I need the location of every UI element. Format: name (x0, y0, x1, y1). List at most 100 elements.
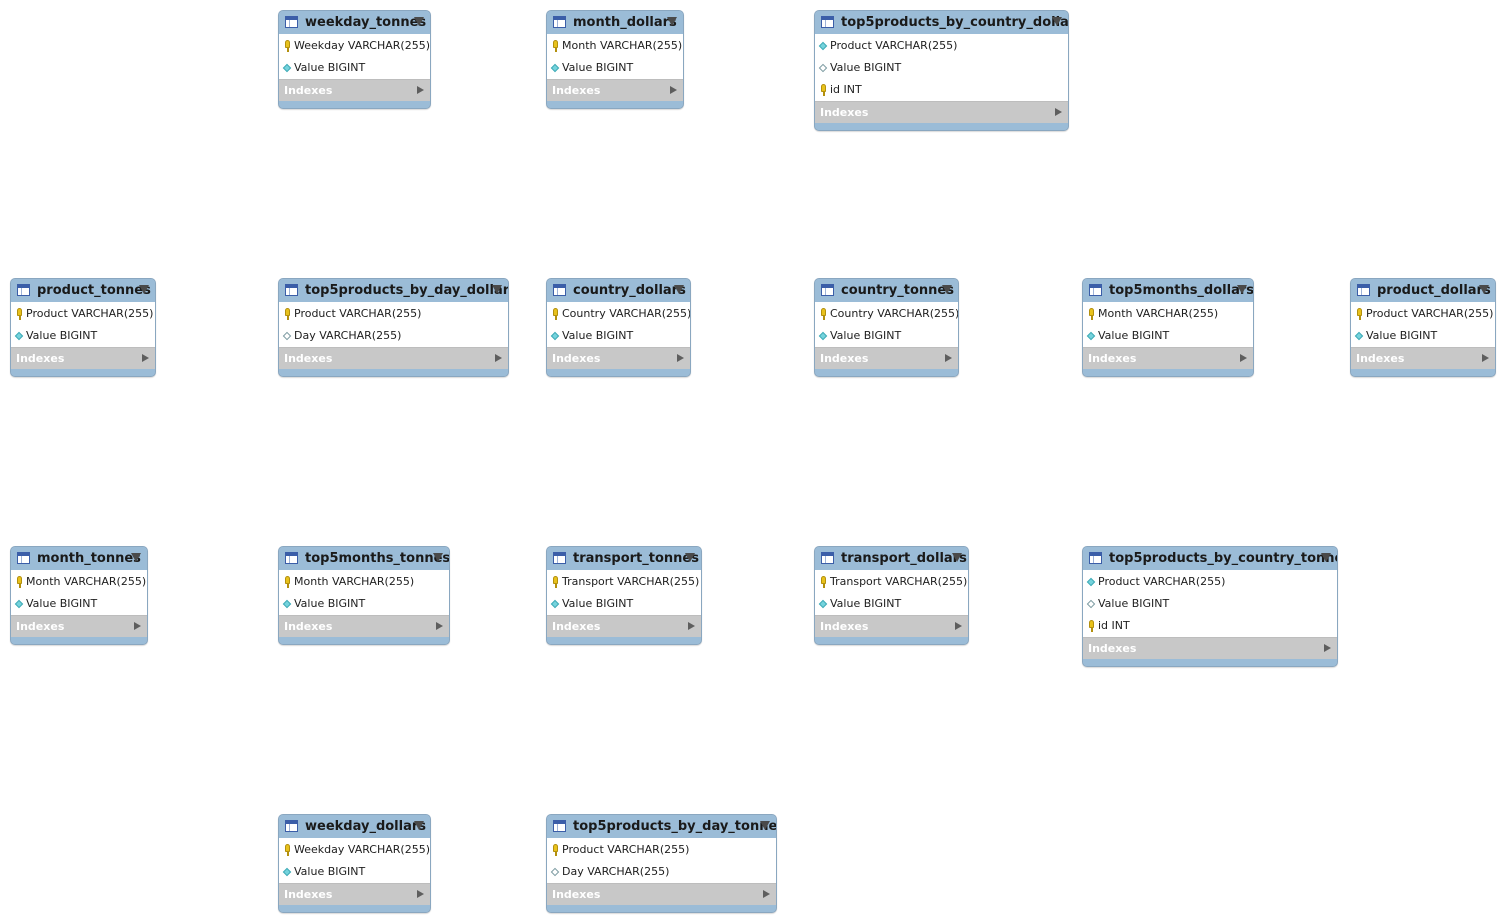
column-row[interactable]: Transport VARCHAR(255) (547, 571, 701, 593)
table-header[interactable]: product_tonnes (11, 279, 155, 302)
column-row[interactable]: Country VARCHAR(255) (815, 303, 958, 325)
column-row[interactable]: Product VARCHAR(255) (1351, 303, 1495, 325)
table-product-dollars[interactable]: product_dollars Product VARCHAR(255) Value… (1350, 278, 1496, 377)
collapse-toggle-icon[interactable] (433, 553, 443, 562)
indexes-section[interactable]: Indexes (1351, 347, 1495, 369)
indexes-section[interactable]: Indexes (547, 79, 683, 101)
column-row[interactable]: Value BIGINT (547, 325, 690, 347)
expand-arrow-icon[interactable] (417, 890, 424, 898)
expand-arrow-icon[interactable] (142, 354, 149, 362)
collapse-toggle-icon[interactable] (760, 821, 770, 830)
column-row[interactable]: Value BIGINT (815, 57, 1068, 79)
table-header[interactable]: weekday_tonnes (279, 11, 430, 34)
expand-arrow-icon[interactable] (417, 86, 424, 94)
expand-arrow-icon[interactable] (1324, 644, 1331, 652)
column-row[interactable]: Value BIGINT (279, 861, 430, 883)
column-row[interactable]: Value BIGINT (11, 593, 147, 615)
collapse-toggle-icon[interactable] (952, 553, 962, 562)
indexes-section[interactable]: Indexes (1083, 347, 1253, 369)
expand-arrow-icon[interactable] (688, 622, 695, 630)
collapse-toggle-icon[interactable] (1321, 553, 1331, 562)
column-row[interactable]: Value BIGINT (11, 325, 155, 347)
collapse-toggle-icon[interactable] (667, 17, 677, 26)
expand-arrow-icon[interactable] (134, 622, 141, 630)
column-row[interactable]: Day VARCHAR(255) (547, 861, 776, 883)
table-header[interactable]: country_dollars (547, 279, 690, 302)
table-header[interactable]: country_tonnes (815, 279, 958, 302)
table-weekday-tonnes[interactable]: weekday_tonnes Weekday VARCHAR(255) Value … (278, 10, 431, 109)
expand-arrow-icon[interactable] (763, 890, 770, 898)
indexes-section[interactable]: Indexes (279, 79, 430, 101)
collapse-toggle-icon[interactable] (414, 17, 424, 26)
table-header[interactable]: transport_dollars (815, 547, 968, 570)
table-month-tonnes[interactable]: month_tonnes Month VARCHAR(255) Value BIGI… (10, 546, 148, 645)
column-row[interactable]: id INT (815, 79, 1068, 101)
expand-arrow-icon[interactable] (495, 354, 502, 362)
table-top5products-by-country-tonnes[interactable]: top5products_by_country_tonnes Product VA… (1082, 546, 1338, 667)
table-top5products-by-day-tonnes[interactable]: top5products_by_day_tonnes Product VARCHA… (546, 814, 777, 913)
table-header[interactable]: month_dollars (547, 11, 683, 34)
column-row[interactable]: Product VARCHAR(255) (1083, 571, 1337, 593)
table-transport-tonnes[interactable]: transport_tonnes Transport VARCHAR(255) Va… (546, 546, 702, 645)
collapse-toggle-icon[interactable] (685, 553, 695, 562)
indexes-section[interactable]: Indexes (547, 347, 690, 369)
collapse-toggle-icon[interactable] (414, 821, 424, 830)
collapse-toggle-icon[interactable] (1237, 285, 1247, 294)
column-row[interactable]: Value BIGINT (815, 593, 968, 615)
collapse-toggle-icon[interactable] (674, 285, 684, 294)
indexes-section[interactable]: Indexes (815, 101, 1068, 123)
indexes-section[interactable]: Indexes (11, 347, 155, 369)
expand-arrow-icon[interactable] (945, 354, 952, 362)
expand-arrow-icon[interactable] (1482, 354, 1489, 362)
table-country-dollars[interactable]: country_dollars Country VARCHAR(255) Value… (546, 278, 691, 377)
column-row[interactable]: Weekday VARCHAR(255) (279, 35, 430, 57)
indexes-section[interactable]: Indexes (279, 615, 449, 637)
table-month-dollars[interactable]: month_dollars Month VARCHAR(255) Value BIG… (546, 10, 684, 109)
column-row[interactable]: Value BIGINT (547, 57, 683, 79)
column-row[interactable]: Product VARCHAR(255) (279, 303, 508, 325)
table-header[interactable]: top5products_by_day_tonnes (547, 815, 776, 838)
expand-arrow-icon[interactable] (436, 622, 443, 630)
expand-arrow-icon[interactable] (955, 622, 962, 630)
table-header[interactable]: top5months_tonnes (279, 547, 449, 570)
indexes-section[interactable]: Indexes (279, 883, 430, 905)
collapse-toggle-icon[interactable] (942, 285, 952, 294)
column-row[interactable]: Product VARCHAR(255) (11, 303, 155, 325)
table-weekday-dollars[interactable]: weekday_dollars Weekday VARCHAR(255) Value… (278, 814, 431, 913)
expand-arrow-icon[interactable] (1240, 354, 1247, 362)
table-header[interactable]: month_tonnes (11, 547, 147, 570)
table-header[interactable]: top5products_by_country_dollars (815, 11, 1068, 34)
table-top5products-by-country-dollars[interactable]: top5products_by_country_dollars Product V… (814, 10, 1069, 131)
table-header[interactable]: top5products_by_country_tonnes (1083, 547, 1337, 570)
indexes-section[interactable]: Indexes (1083, 637, 1337, 659)
table-header[interactable]: top5products_by_day_dollars (279, 279, 508, 302)
column-row[interactable]: Product VARCHAR(255) (815, 35, 1068, 57)
column-row[interactable]: Value BIGINT (1083, 325, 1253, 347)
indexes-section[interactable]: Indexes (547, 615, 701, 637)
column-row[interactable]: Month VARCHAR(255) (1083, 303, 1253, 325)
collapse-toggle-icon[interactable] (1479, 285, 1489, 294)
column-row[interactable]: Value BIGINT (279, 57, 430, 79)
collapse-toggle-icon[interactable] (139, 285, 149, 294)
column-row[interactable]: Day VARCHAR(255) (279, 325, 508, 347)
table-top5products-by-day-dollars[interactable]: top5products_by_day_dollars Product VARCH… (278, 278, 509, 377)
column-row[interactable]: Month VARCHAR(255) (279, 571, 449, 593)
table-header[interactable]: top5months_dollars (1083, 279, 1253, 302)
collapse-toggle-icon[interactable] (492, 285, 502, 294)
table-top5months-tonnes[interactable]: top5months_tonnes Month VARCHAR(255) Value… (278, 546, 450, 645)
column-row[interactable]: Weekday VARCHAR(255) (279, 839, 430, 861)
column-row[interactable]: Country VARCHAR(255) (547, 303, 690, 325)
indexes-section[interactable]: Indexes (279, 347, 508, 369)
column-row[interactable]: Transport VARCHAR(255) (815, 571, 968, 593)
expand-arrow-icon[interactable] (670, 86, 677, 94)
indexes-section[interactable]: Indexes (815, 347, 958, 369)
table-product-tonnes[interactable]: product_tonnes Product VARCHAR(255) Value … (10, 278, 156, 377)
table-transport-dollars[interactable]: transport_dollars Transport VARCHAR(255) V… (814, 546, 969, 645)
column-row[interactable]: id INT (1083, 615, 1337, 637)
column-row[interactable]: Month VARCHAR(255) (547, 35, 683, 57)
column-row[interactable]: Value BIGINT (1083, 593, 1337, 615)
column-row[interactable]: Value BIGINT (815, 325, 958, 347)
table-header[interactable]: product_dollars (1351, 279, 1495, 302)
expand-arrow-icon[interactable] (1055, 108, 1062, 116)
column-row[interactable]: Value BIGINT (547, 593, 701, 615)
